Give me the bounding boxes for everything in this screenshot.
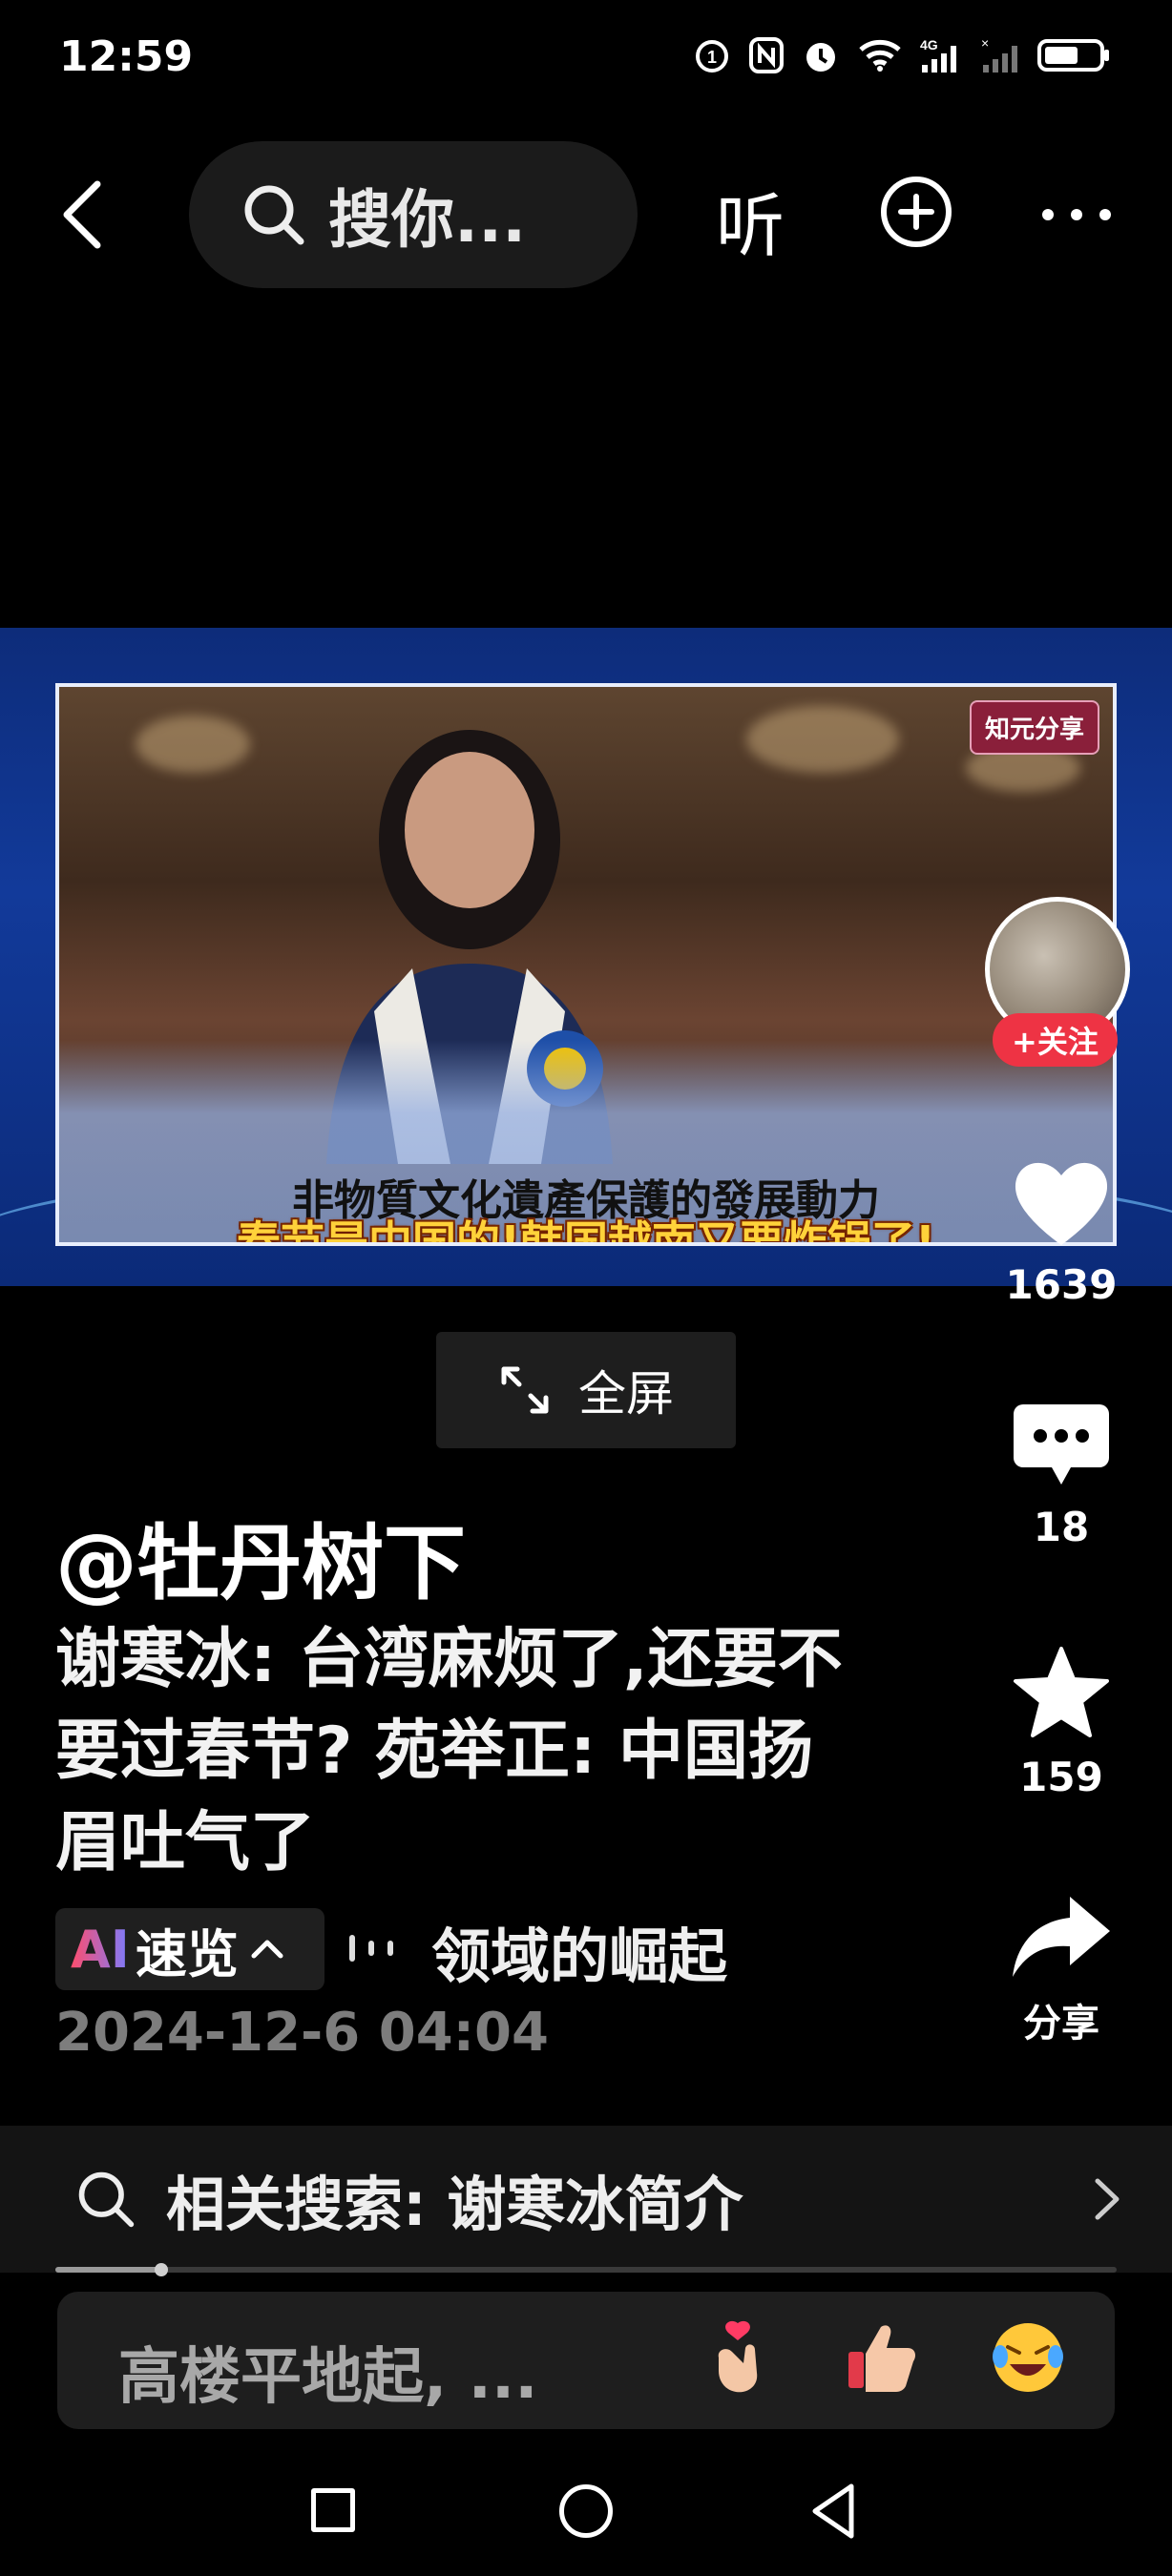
chevron-up-icon	[251, 1940, 283, 1959]
star-icon	[1014, 1647, 1109, 1737]
thumbs-up-emoji[interactable]	[844, 2318, 922, 2397]
ai-prefix: AI	[71, 1919, 130, 1980]
heart-icon	[1015, 1162, 1108, 1245]
chevron-left-icon	[63, 180, 101, 249]
channel-watermark: 知元分享	[969, 700, 1099, 755]
author-name[interactable]: @牡丹树下	[55, 1496, 466, 1615]
like-button[interactable]: 1639	[985, 1154, 1138, 1308]
finger-heart-emoji[interactable]	[701, 2318, 779, 2397]
comment-button[interactable]: 18	[985, 1401, 1138, 1550]
search-bar[interactable]: 搜你...	[189, 141, 638, 288]
alarm-icon: 1	[696, 40, 728, 73]
fullscreen-label: 全屏	[578, 1366, 674, 1422]
comment-bubble-icon	[1014, 1404, 1109, 1485]
laughing-face-icon	[993, 2323, 1063, 2392]
post-title: 谢寒冰: 台湾麻烦了,还要不要过春节? 苑举正: 中国扬眉吐气了	[55, 1622, 843, 1880]
share-arrow-icon	[1013, 1897, 1110, 1977]
subtitle-line2: 春节是中国的!韩国越南又要炸锅了!	[237, 1216, 935, 1246]
nav-recent-apps-button[interactable]	[311, 2488, 355, 2532]
signal-4g-icon: 4G	[920, 37, 956, 73]
nfc-icon	[749, 37, 784, 73]
expand-icon	[501, 1366, 549, 1414]
more-button[interactable]	[1038, 205, 1115, 228]
search-icon	[244, 185, 304, 245]
finger-heart-icon	[718, 2320, 758, 2393]
svg-text:×: ×	[981, 36, 989, 51]
related-search-bar[interactable]: 相关搜索: 谢寒冰简介	[0, 2126, 1172, 2273]
more-icon	[1042, 209, 1111, 220]
ai-summary-text: 领域的崛起	[431, 1922, 728, 1991]
video-progress-track[interactable]	[55, 2267, 1117, 2273]
collect-count: 159	[1019, 1754, 1103, 1800]
video-progress-handle[interactable]	[155, 2263, 169, 2276]
follow-button[interactable]: +关注	[993, 1013, 1118, 1067]
comment-count: 18	[1033, 1504, 1090, 1550]
share-label: 分享	[1023, 2002, 1099, 2046]
like-count: 1639	[1005, 1261, 1118, 1308]
video-frame: 知元分享 非物質文化遺產保護的發展動力 春节是中国的!韩国越南又要炸锅了!	[55, 683, 1117, 1246]
svg-text:1: 1	[707, 48, 717, 67]
share-button[interactable]: 分享	[985, 1893, 1138, 2047]
fullscreen-button[interactable]: 全屏	[436, 1332, 736, 1448]
comment-input-placeholder[interactable]: 高楼平地起, ...	[118, 2328, 538, 2416]
status-icons: 1 4G ×	[693, 36, 1113, 74]
ai-summary-toggle[interactable]: AI 速览	[55, 1908, 324, 1990]
thumbs-up-icon	[848, 2325, 915, 2392]
plus-circle-icon	[881, 177, 952, 247]
wifi-icon	[859, 39, 901, 72]
nav-home-button[interactable]	[559, 2484, 613, 2538]
back-button[interactable]	[55, 177, 113, 253]
search-icon	[78, 2171, 135, 2228]
svg-text:4G: 4G	[920, 37, 938, 52]
ai-summary-label: 速览	[135, 1923, 239, 1984]
battery-icon	[1037, 39, 1109, 72]
signal-icon: ×	[981, 36, 1017, 73]
related-search-label: 相关搜索: 谢寒冰简介	[166, 2170, 743, 2239]
laughing-emoji[interactable]	[989, 2318, 1067, 2397]
audio-wave-icon	[349, 1935, 393, 1962]
add-button[interactable]	[878, 174, 954, 254]
collect-button[interactable]: 159	[985, 1645, 1138, 1800]
video-progress-fill	[55, 2267, 162, 2273]
post-date: 2024-12-6 04:04	[55, 2002, 549, 2064]
status-time: 12:59	[59, 32, 194, 81]
do-not-disturb-icon	[806, 43, 835, 72]
nav-back-button[interactable]	[807, 2481, 861, 2542]
chevron-right-icon	[1095, 2178, 1120, 2220]
listen-button[interactable]: 听	[716, 170, 785, 270]
search-placeholder: 搜你...	[328, 183, 527, 257]
